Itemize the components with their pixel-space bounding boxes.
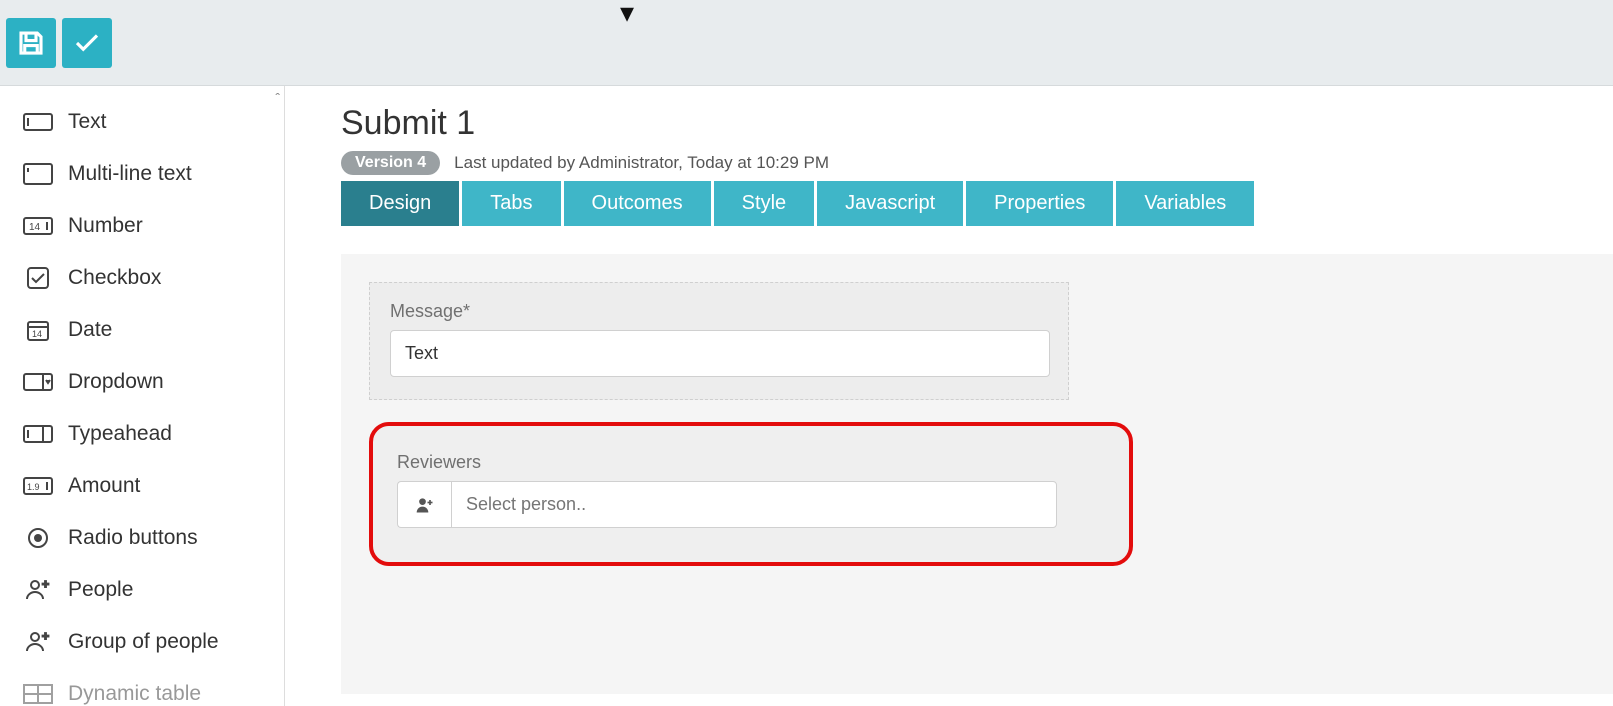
amount-icon: 1.9: [22, 474, 54, 498]
group-people-icon: +: [22, 630, 54, 654]
reviewers-field[interactable]: [397, 481, 1057, 528]
field-label-reviewers: Reviewers: [397, 452, 1105, 473]
palette-item-checkbox[interactable]: Checkbox: [22, 252, 270, 304]
people-icon: +: [22, 578, 54, 602]
person-add-icon[interactable]: [397, 481, 451, 528]
topbar: ▾: [0, 0, 1613, 86]
svg-text:+: +: [42, 630, 49, 643]
page-title: Submit 1: [341, 104, 1613, 143]
palette-item-dropdown[interactable]: Dropdown: [22, 356, 270, 408]
scroll-up-icon[interactable]: ˆ: [275, 90, 280, 106]
tab-javascript[interactable]: Javascript: [817, 181, 963, 226]
text-field-icon: [22, 110, 54, 134]
palette-item-label: Amount: [68, 474, 140, 498]
palette-item-label: Date: [68, 318, 112, 342]
message-field[interactable]: Text: [390, 330, 1050, 377]
palette-item-text[interactable]: Text: [22, 96, 270, 148]
palette-item-dyntable[interactable]: Dynamic table: [22, 668, 270, 706]
tab-properties[interactable]: Properties: [966, 181, 1113, 226]
palette-item-label: Radio buttons: [68, 526, 198, 550]
caret-down-icon: ▾: [620, 0, 634, 29]
svg-text:1.9: 1.9: [27, 482, 40, 492]
tab-variables[interactable]: Variables: [1116, 181, 1254, 226]
form-canvas[interactable]: Message* Text Reviewers: [341, 254, 1613, 694]
palette-item-label: Multi-line text: [68, 162, 192, 186]
version-badge: Version 4: [341, 151, 440, 175]
tab-tabs[interactable]: Tabs: [462, 181, 560, 226]
palette-item-number[interactable]: 14 Number: [22, 200, 270, 252]
svg-text:14: 14: [29, 222, 41, 233]
number-icon: 14: [22, 214, 54, 238]
main-content: Submit 1 Version 4 Last updated by Admin…: [285, 86, 1613, 706]
svg-text:+: +: [42, 578, 49, 591]
palette-item-label: Checkbox: [68, 266, 161, 290]
tab-style[interactable]: Style: [714, 181, 814, 226]
palette-item-group[interactable]: + Group of people: [22, 616, 270, 668]
check-icon: [72, 28, 102, 58]
dropdown-icon: [22, 370, 54, 394]
multiline-icon: [22, 162, 54, 186]
tab-design[interactable]: Design: [341, 181, 459, 226]
form-block-reviewers[interactable]: Reviewers: [369, 422, 1133, 566]
meta-row: Version 4 Last updated by Administrator,…: [341, 151, 1613, 175]
tabs: Design Tabs Outcomes Style Javascript Pr…: [341, 181, 1613, 226]
palette-item-label: Typeahead: [68, 422, 172, 446]
last-updated-text: Last updated by Administrator, Today at …: [454, 153, 829, 173]
palette-item-label: Dropdown: [68, 370, 164, 394]
palette-item-amount[interactable]: 1.9 Amount: [22, 460, 270, 512]
palette-item-multiline[interactable]: Multi-line text: [22, 148, 270, 200]
palette-item-label: Group of people: [68, 630, 219, 654]
checkbox-icon: [22, 266, 54, 290]
palette-item-date[interactable]: 14 Date: [22, 304, 270, 356]
date-icon: 14: [22, 318, 54, 342]
palette-item-typeahead[interactable]: Typeahead: [22, 408, 270, 460]
save-icon: [16, 28, 46, 58]
form-block-message[interactable]: Message* Text: [369, 282, 1069, 400]
dynamic-table-icon: [22, 682, 54, 706]
svg-text:14: 14: [32, 329, 42, 339]
save-button[interactable]: [6, 18, 56, 68]
palette-item-label: Text: [68, 110, 107, 134]
field-label-message: Message*: [390, 301, 1048, 322]
tab-outcomes[interactable]: Outcomes: [564, 181, 711, 226]
validate-button[interactable]: [62, 18, 112, 68]
palette-item-label: People: [68, 578, 133, 602]
reviewers-input[interactable]: [451, 481, 1057, 528]
palette-item-radio[interactable]: Radio buttons: [22, 512, 270, 564]
typeahead-icon: [22, 422, 54, 446]
radio-icon: [22, 526, 54, 550]
palette-item-people[interactable]: + People: [22, 564, 270, 616]
palette-item-label: Number: [68, 214, 143, 238]
field-palette: ˆ Text Multi-line text 14 Number Checkbo…: [0, 86, 285, 706]
palette-item-label: Dynamic table: [68, 682, 201, 706]
